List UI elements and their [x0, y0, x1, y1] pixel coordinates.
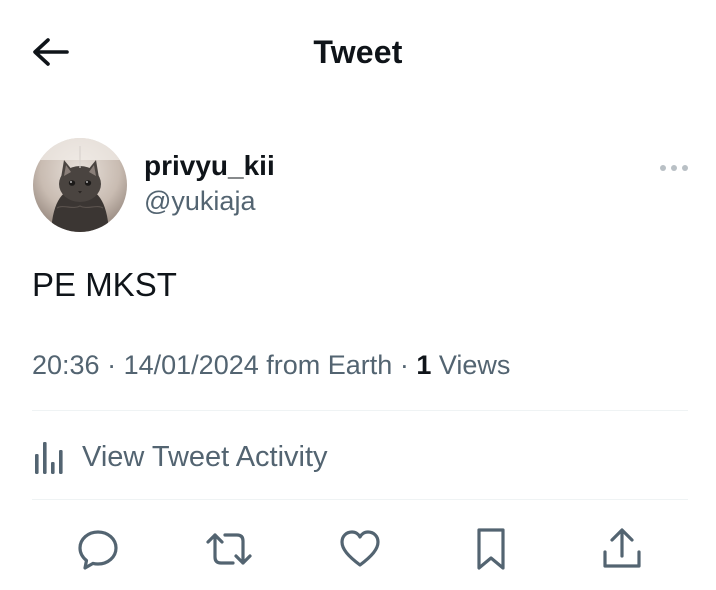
tweet-meta: 20:36 · 14/01/2024 from Earth · 1 Views: [32, 350, 510, 381]
top-bar: Tweet: [0, 0, 716, 104]
tweet-source: from Earth: [266, 350, 393, 380]
heart-icon: [340, 530, 380, 567]
retweet-icon: [206, 533, 252, 565]
reply-icon: [78, 530, 118, 570]
meta-separator: ·: [107, 350, 117, 380]
tweet-time[interactable]: 20:36: [32, 350, 100, 380]
retweet-button[interactable]: [203, 522, 255, 576]
cat-avatar-image: [33, 138, 127, 232]
share-button[interactable]: [596, 522, 648, 576]
divider: [32, 499, 688, 500]
page-title: Tweet: [313, 34, 403, 70]
avatar[interactable]: [33, 138, 127, 232]
more-options-button[interactable]: [654, 156, 694, 180]
action-bar: [0, 522, 716, 576]
share-icon: [603, 528, 641, 568]
bookmark-button[interactable]: [465, 522, 517, 576]
tweet-date[interactable]: 14/01/2024: [124, 350, 259, 380]
divider: [32, 410, 688, 411]
views-label: Views: [438, 350, 511, 380]
tweet-text: PE MKST: [32, 266, 177, 303]
bookmark-icon: [477, 528, 505, 570]
views-count: 1: [416, 350, 432, 380]
activity-label: View Tweet Activity: [82, 440, 328, 473]
like-button[interactable]: [334, 522, 386, 576]
more-horizontal-icon: [660, 165, 688, 171]
author-handle[interactable]: @yukiaja: [144, 186, 255, 217]
meta-separator-2: ·: [399, 350, 409, 380]
bar-chart-icon: [35, 442, 63, 474]
reply-button[interactable]: [72, 522, 124, 576]
view-tweet-activity-link[interactable]: View Tweet Activity: [32, 430, 328, 484]
author-display-name[interactable]: privyu_kii: [144, 150, 275, 182]
